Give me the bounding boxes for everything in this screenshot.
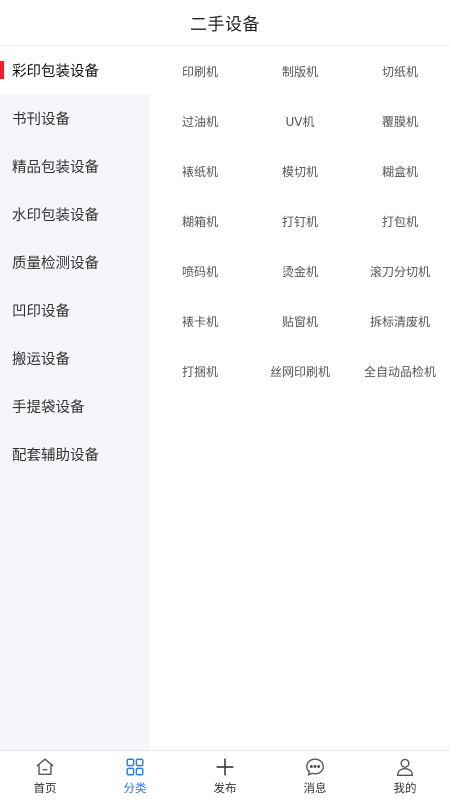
- sidebar-item-auxiliary[interactable]: 配套辅助设备: [0, 430, 150, 478]
- sidebar-item-label: 精品包装设备: [12, 159, 99, 176]
- sidebar-item-handbag[interactable]: 手提袋设备: [0, 382, 150, 430]
- tab-label: 我的: [393, 780, 417, 795]
- tab-category[interactable]: 分类: [90, 751, 180, 800]
- message-bubble-icon: [306, 758, 324, 776]
- subcategory-item[interactable]: 打捆机: [150, 346, 250, 396]
- sidebar-item-label: 质量检测设备: [12, 255, 99, 272]
- top-bar: 二手设备: [0, 0, 450, 46]
- subcategory-item[interactable]: UV机: [250, 96, 350, 146]
- sidebar-item-label: 水印包装设备: [12, 207, 99, 224]
- tab-label: 消息: [303, 780, 327, 795]
- sidebar-item-handling[interactable]: 搬运设备: [0, 334, 150, 382]
- subcategory-item[interactable]: 全自动品检机: [350, 346, 450, 396]
- subcategory-item[interactable]: 模切机: [250, 146, 350, 196]
- page-title: 二手设备: [190, 15, 260, 35]
- subcategory-item[interactable]: 喷码机: [150, 246, 250, 296]
- subcategory-item[interactable]: 拆标清废机: [350, 296, 450, 346]
- tab-label: 发布: [213, 780, 237, 795]
- sidebar-item-label: 手提袋设备: [12, 399, 85, 416]
- sidebar-item-label: 彩印包装设备: [12, 63, 99, 80]
- sidebar-item-gravure[interactable]: 凹印设备: [0, 286, 150, 334]
- subcategory-item[interactable]: 覆膜机: [350, 96, 450, 146]
- subcategory-item[interactable]: 打包机: [350, 196, 450, 246]
- subcategory-item[interactable]: 制版机: [250, 46, 350, 96]
- tab-messages[interactable]: 消息: [270, 751, 360, 800]
- sidebar-item-label: 配套辅助设备: [12, 447, 99, 464]
- sidebar-item-color-print-packaging[interactable]: 彩印包装设备: [0, 46, 150, 94]
- subcategory-item[interactable]: 贴窗机: [250, 296, 350, 346]
- subcategory-item[interactable]: 切纸机: [350, 46, 450, 96]
- subcategory-item[interactable]: 丝网印刷机: [250, 346, 350, 396]
- tab-home[interactable]: 首页: [0, 751, 90, 800]
- bottom-tab-bar: 首页 分类 发布 消息 我的: [0, 750, 450, 800]
- category-grid-icon: [126, 757, 144, 776]
- subcategory-item[interactable]: 裱纸机: [150, 146, 250, 196]
- subcategory-item[interactable]: 糊箱机: [150, 196, 250, 246]
- subcategory-item[interactable]: 滚刀分切机: [350, 246, 450, 296]
- sidebar-item-flexo-packaging[interactable]: 水印包装设备: [0, 190, 150, 238]
- user-icon: [396, 758, 414, 776]
- plus-icon: [216, 757, 234, 776]
- subcategory-item[interactable]: 糊盒机: [350, 146, 450, 196]
- subcategory-item[interactable]: 打钉机: [250, 196, 350, 246]
- subcategory-item[interactable]: 过油机: [150, 96, 250, 146]
- tab-publish[interactable]: 发布: [180, 751, 270, 800]
- category-sidebar: 彩印包装设备 书刊设备 精品包装设备 水印包装设备 质量检测设备 凹印设备 搬运…: [0, 46, 150, 750]
- tab-label: 首页: [33, 780, 57, 795]
- sidebar-item-label: 书刊设备: [12, 111, 70, 128]
- subcategory-grid: 印刷机 制版机 切纸机 过油机 UV机 覆膜机 裱纸机 模切机 糊盒机 糊箱机 …: [150, 46, 450, 396]
- tab-label: 分类: [123, 780, 147, 795]
- home-icon: [36, 758, 54, 775]
- sidebar-item-book-periodical[interactable]: 书刊设备: [0, 94, 150, 142]
- sidebar-item-label: 凹印设备: [12, 303, 70, 320]
- sidebar-item-quality-inspection[interactable]: 质量检测设备: [0, 238, 150, 286]
- subcategory-item[interactable]: 裱卡机: [150, 296, 250, 346]
- tab-mine[interactable]: 我的: [360, 751, 450, 800]
- subcategory-item[interactable]: 烫金机: [250, 246, 350, 296]
- subcategory-item[interactable]: 印刷机: [150, 46, 250, 96]
- sidebar-item-label: 搬运设备: [12, 351, 70, 368]
- sidebar-item-premium-packaging[interactable]: 精品包装设备: [0, 142, 150, 190]
- subcategory-panel: 印刷机 制版机 切纸机 过油机 UV机 覆膜机 裱纸机 模切机 糊盒机 糊箱机 …: [150, 46, 450, 750]
